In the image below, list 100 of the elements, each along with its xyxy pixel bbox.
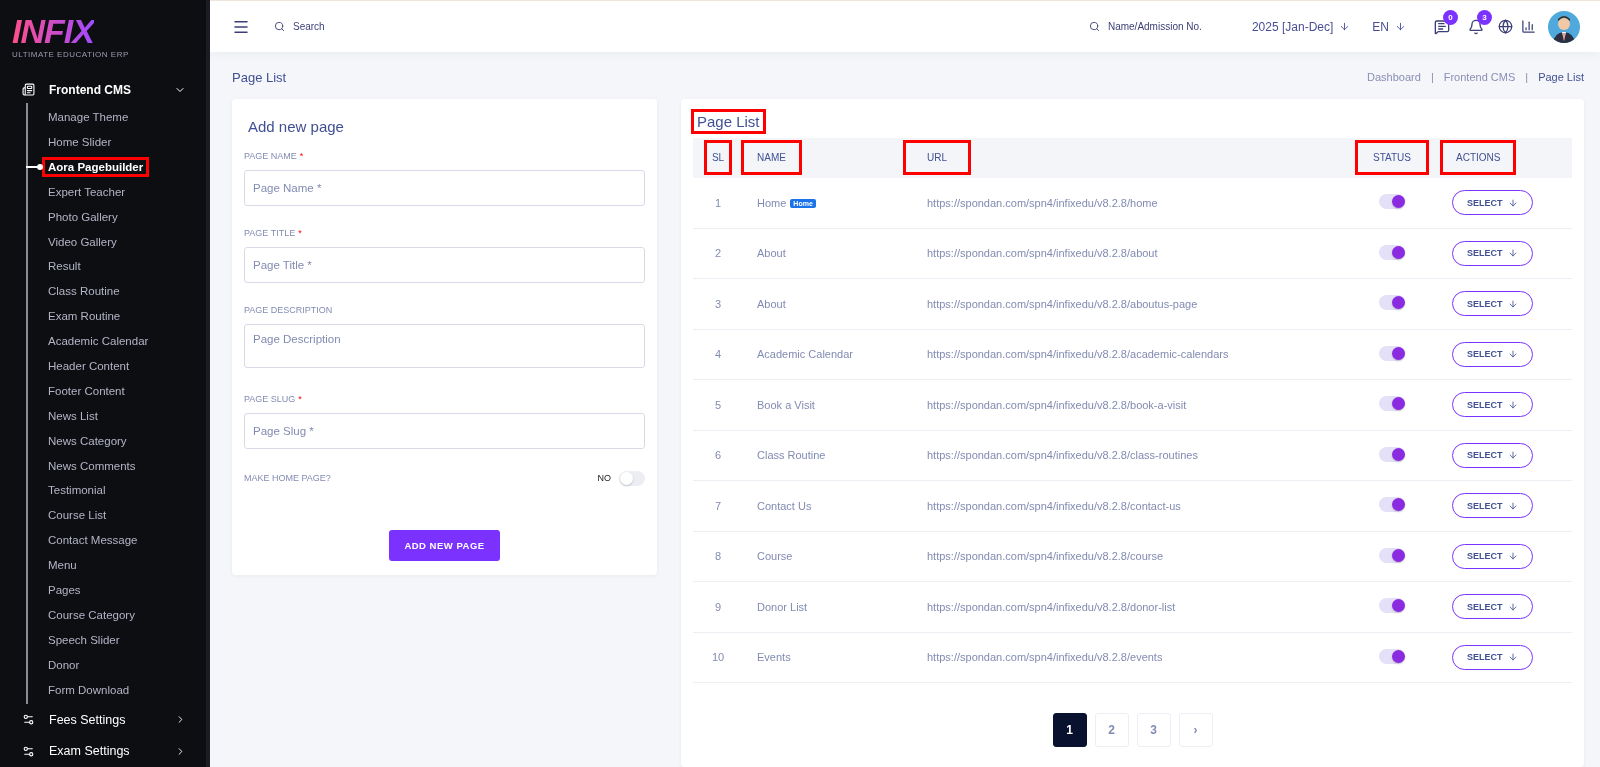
count-badge: 0 (1443, 9, 1458, 25)
table-cell: 3 (714, 297, 722, 310)
table-cell: Contact Us (757, 499, 812, 512)
select-button[interactable]: SELECT (1452, 392, 1533, 418)
column-header: URL (905, 142, 969, 173)
sidebar-item[interactable]: Manage Theme (44, 109, 133, 126)
sidebar-section[interactable]: Frontend CMS (0, 77, 206, 103)
status-toggle[interactable] (1379, 598, 1405, 614)
arrow-down-icon (1507, 551, 1518, 562)
messages-icon[interactable] (1434, 18, 1450, 35)
status-toggle[interactable] (1379, 345, 1405, 361)
status-toggle[interactable] (1379, 295, 1405, 311)
table-cell: 8 (714, 550, 722, 563)
session-dropdown[interactable]: 2025 [Jan-Dec] (1245, 18, 1357, 35)
status-toggle[interactable] (1379, 194, 1405, 209)
select-button[interactable]: SELECT (1452, 341, 1533, 367)
table-cell: https://spondan.com/spn4/infixedu/v8.2.8/course (927, 550, 1164, 563)
status-toggle[interactable] (1379, 446, 1405, 462)
table-cell: Class Routine (757, 449, 826, 462)
arrow-down-icon (1507, 652, 1518, 663)
page-title: Page List (232, 69, 287, 85)
sidebar-item[interactable]: Home Slider (44, 133, 116, 150)
input-field[interactable]: Page Slug * (244, 412, 645, 449)
arrow-down-icon (1339, 21, 1351, 32)
arrow-down-icon (1395, 21, 1406, 32)
select-button[interactable]: SELECT (1452, 190, 1533, 215)
arrow-down-icon (1507, 197, 1518, 208)
arrow-down-icon (1507, 399, 1518, 410)
sidebar-item[interactable]: News Comments (44, 457, 140, 474)
status-toggle[interactable] (1379, 648, 1405, 664)
sidebar-item[interactable]: Result (44, 258, 85, 275)
status-toggle[interactable] (1379, 396, 1405, 412)
sidebar-item[interactable]: Testimonial (44, 482, 110, 499)
table-cell: Course (757, 550, 793, 563)
arrow-down-icon (1507, 298, 1518, 309)
column-header: STATUS (1357, 142, 1427, 173)
sidebar-item[interactable]: Speech Slider (44, 631, 124, 648)
select-button[interactable]: SELECT (1452, 240, 1533, 266)
sidebar-item[interactable]: Pages (44, 581, 85, 598)
add-page-button[interactable]: ADD NEW PAGE (389, 529, 500, 561)
sidebar-item[interactable]: Exam Routine (44, 308, 125, 325)
toggle-label: NO (597, 473, 611, 483)
table-cell: Donor List (757, 600, 808, 613)
table-cell: Home (757, 196, 787, 209)
bell-icon[interactable] (1468, 18, 1484, 35)
table-title: Page List (693, 110, 764, 132)
input-field[interactable]: Page Title * (244, 246, 645, 283)
table-cell: https://spondan.com/spn4/infixedu/v8.2.8/aboutus-page (927, 297, 1198, 310)
table-cell: 9 (714, 600, 722, 613)
status-toggle[interactable] (1379, 244, 1405, 260)
input-field[interactable]: Page Name * (244, 169, 645, 206)
breadcrumb-separator: | (1430, 71, 1434, 84)
sidebar-item[interactable]: Expert Teacher (44, 183, 130, 200)
table-cell: https://spondan.com/spn4/infixedu/v8.2.8/events (927, 651, 1163, 664)
breadcrumb-separator: | (1525, 71, 1529, 84)
language-dropdown[interactable]: EN (1366, 18, 1412, 35)
table-cell: 2 (714, 247, 722, 260)
sidebar-item[interactable]: Donor (44, 656, 84, 673)
sidebar-item[interactable]: Exam Settings (0, 735, 206, 767)
table-cell: https://spondan.com/spn4/infixedu/v8.2.8/academic-calendars (927, 348, 1229, 361)
select-button[interactable]: SELECT (1452, 493, 1533, 519)
globe-icon[interactable] (1498, 19, 1513, 34)
table-cell: Academic Calendar (757, 348, 853, 361)
select-button[interactable]: SELECT (1452, 644, 1533, 670)
sidebar-item[interactable]: Photo Gallery (44, 208, 122, 225)
select-button[interactable]: SELECT (1452, 543, 1533, 569)
sidebar-item[interactable]: Aora Pagebuilder (44, 158, 148, 175)
arrow-down-icon (1507, 450, 1518, 461)
sidebar-item[interactable]: Footer Content (44, 382, 129, 399)
table-cell: About (757, 247, 786, 260)
sidebar-item[interactable]: Form Download (44, 681, 134, 698)
sidebar-item[interactable]: Video Gallery (44, 233, 121, 250)
sidebar-item[interactable]: Fees Settings (0, 704, 206, 736)
status-toggle[interactable] (1379, 497, 1405, 513)
sidebar-item[interactable]: Header Content (44, 357, 134, 374)
field-label: PAGE TITLE * (244, 227, 303, 238)
toggle-switch[interactable] (619, 470, 645, 486)
status-toggle[interactable] (1379, 547, 1405, 563)
sidebar-item[interactable]: Academic Calendar (44, 333, 153, 350)
newspaper-icon (22, 83, 35, 97)
page-button[interactable]: 1 (1052, 713, 1087, 747)
select-button[interactable]: SELECT (1452, 594, 1533, 620)
sidebar-item[interactable]: Class Routine (44, 283, 124, 300)
select-button[interactable]: SELECT (1452, 442, 1533, 468)
field-label: PAGE SLUG * (244, 393, 303, 404)
table-cell: 7 (714, 499, 722, 512)
chart-icon[interactable] (1521, 19, 1536, 34)
select-button[interactable]: SELECT (1452, 291, 1533, 317)
field-label: PAGE DESCRIPTION (244, 304, 334, 315)
active-marker (26, 165, 40, 168)
table-cell: Events (757, 651, 791, 664)
sidebar-item[interactable]: News Category (44, 432, 131, 449)
sidebar-item[interactable]: News List (44, 407, 102, 424)
sidebar-item[interactable]: Course List (44, 507, 111, 524)
sidebar-item[interactable]: Menu (44, 557, 81, 574)
text-area[interactable]: Page Description (244, 323, 645, 368)
form-title: Add new page (247, 116, 345, 137)
sidebar-item[interactable]: Course Category (44, 606, 139, 623)
breadcrumb-link[interactable]: Page List (1538, 71, 1584, 84)
sidebar-item[interactable]: Contact Message (44, 532, 142, 549)
